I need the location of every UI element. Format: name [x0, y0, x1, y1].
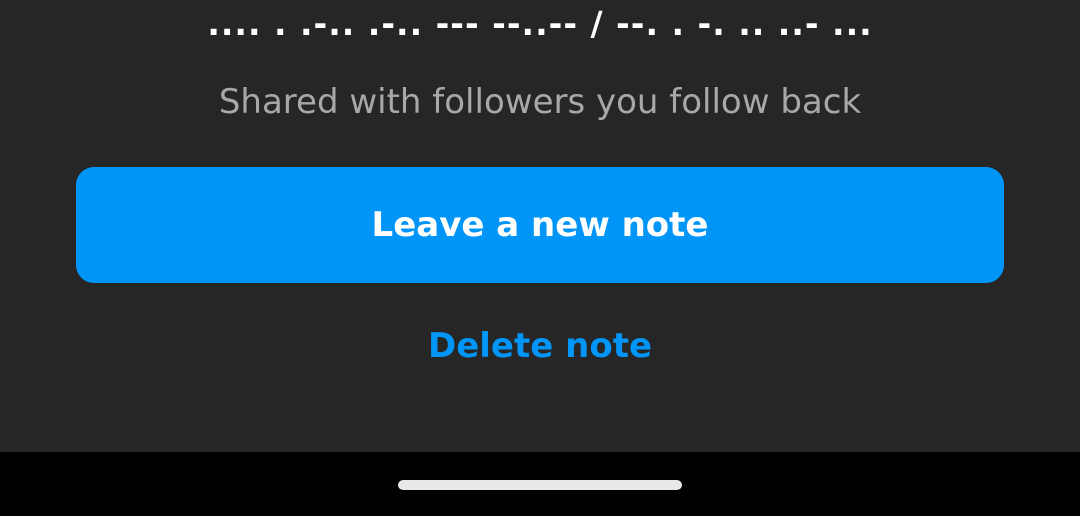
delete-note-button[interactable]: Delete note: [340, 320, 740, 372]
leave-new-note-button[interactable]: Leave a new note: [76, 167, 1004, 283]
audience-label: Shared with followers you follow back: [218, 82, 862, 122]
note-bottom-sheet: .... . .-.. .-.. --- --..-- / --. . -. .…: [0, 0, 1080, 452]
home-indicator[interactable]: [398, 480, 682, 490]
system-navigation-bar: [0, 452, 1080, 516]
note-text: .... . .-.. .-.. --- --..-- / --. . -. .…: [207, 4, 873, 43]
